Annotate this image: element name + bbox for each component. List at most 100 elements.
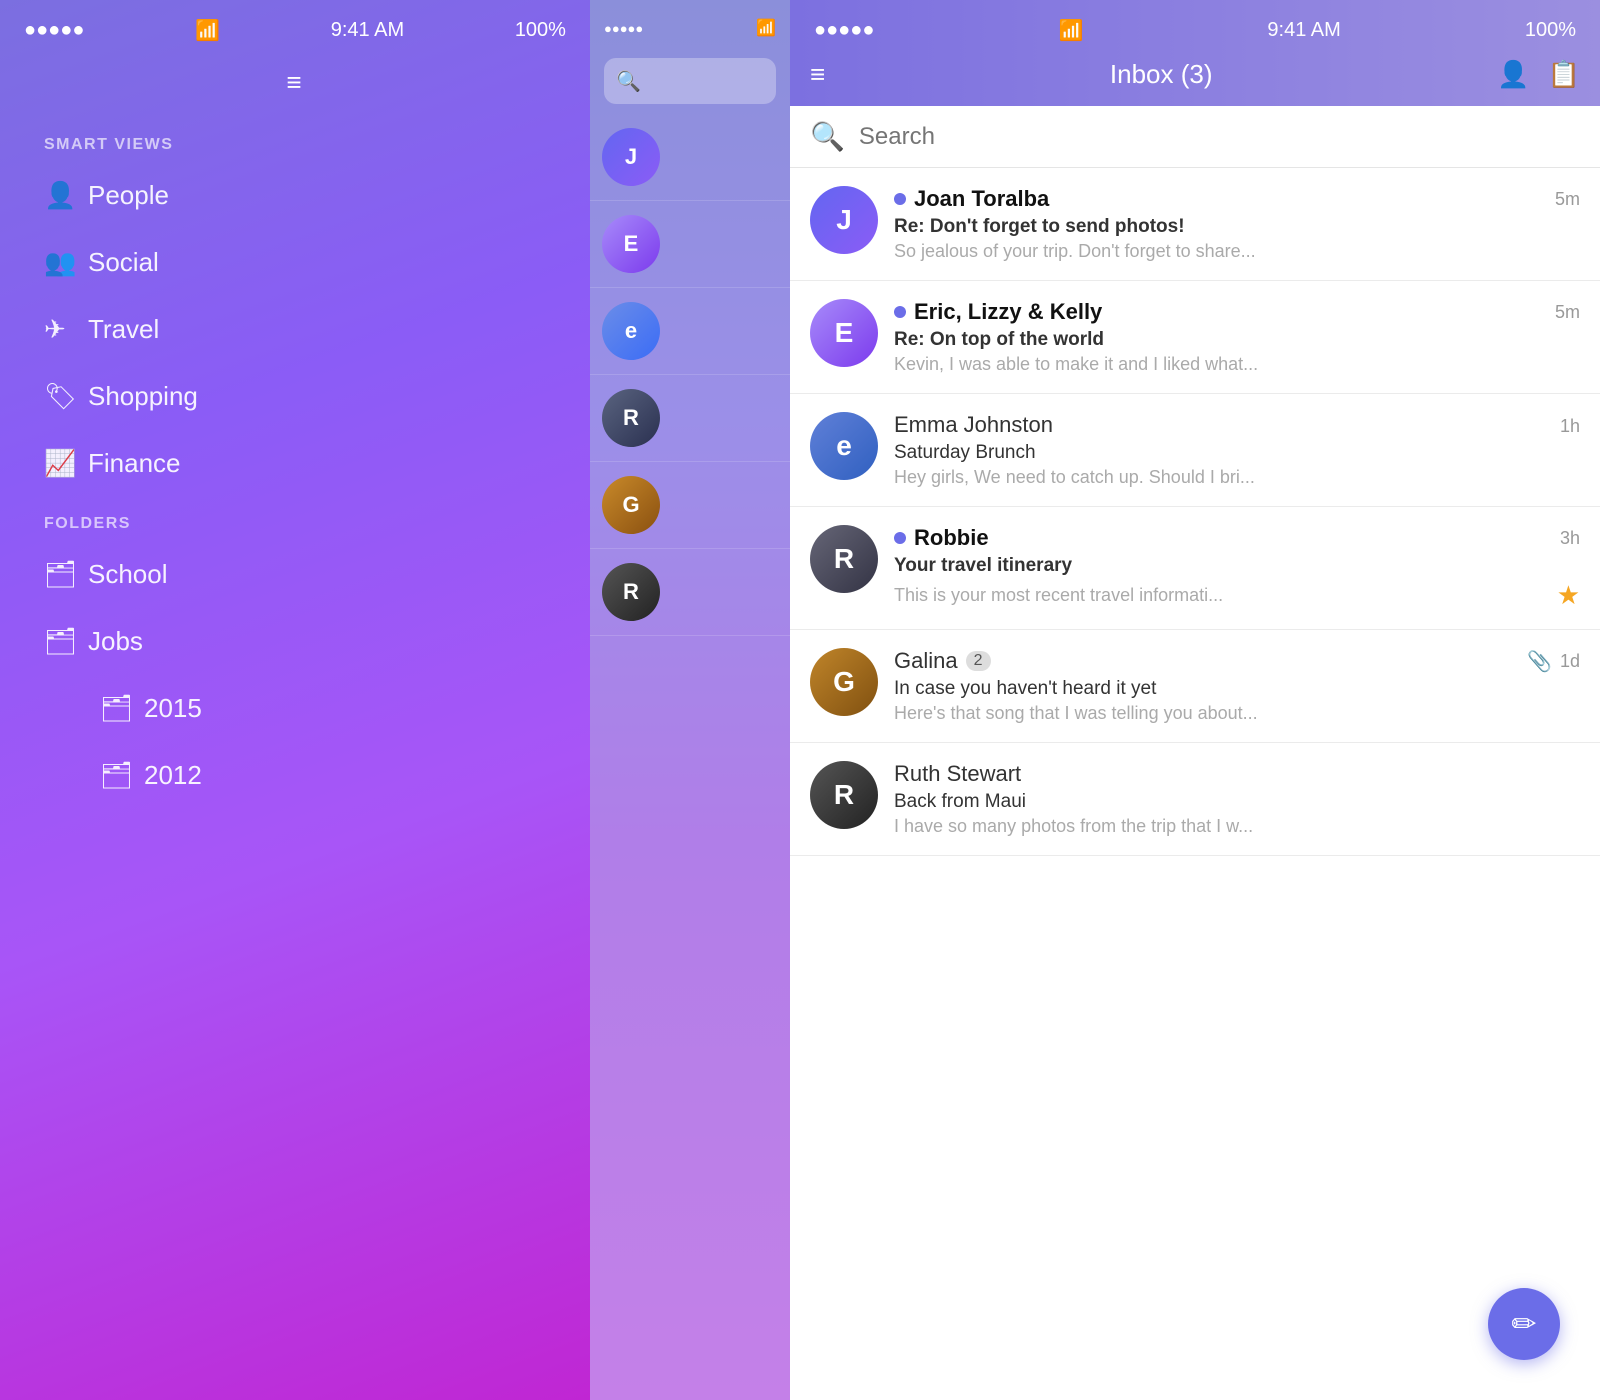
middle-status-bar: ●●●●● 📶 (590, 0, 790, 48)
right-nav-icons: 👤 📋 (1497, 59, 1580, 90)
folder-school-icon: 🗂 (44, 559, 88, 590)
smart-views-label: SMART VIEWS (0, 118, 590, 162)
email-preview-eric: Kevin, I was able to make it and I liked… (894, 354, 1580, 375)
email-item-galina[interactable]: G Galina 2 📎 1d In case you haven't hear… (790, 630, 1600, 743)
email-item-eric[interactable]: E Eric, Lizzy & Kelly 5m Re: On top of t… (790, 281, 1600, 394)
compose-icon: ✏ (1511, 1307, 1536, 1342)
avatar-emma: e (810, 412, 878, 480)
email-item-robbie[interactable]: R Robbie 3h Your travel itinerary This i… (790, 507, 1600, 630)
middle-search-icon: 🔍 (616, 69, 641, 94)
profile-icon[interactable]: 👤 (1497, 59, 1529, 90)
travel-icon: ✈ (44, 314, 88, 345)
unread-dot-joan (894, 193, 906, 205)
right-battery: 100% (1525, 19, 1576, 42)
sidebar-item-label-2012: 2012 (144, 760, 202, 791)
email-content-robbie: Robbie 3h Your travel itinerary This is … (894, 525, 1580, 611)
search-icon: 🔍 (810, 120, 845, 153)
email-subject-eric: Re: On top of the world (894, 329, 1580, 351)
finance-icon: 📈 (44, 448, 88, 479)
search-input[interactable] (859, 123, 1580, 151)
email-preview-joan: So jealous of your trip. Don't forget to… (894, 241, 1580, 262)
sidebar-item-2015[interactable]: 🗂 2015 (0, 675, 590, 742)
sidebar-item-label-shopping: Shopping (88, 381, 198, 412)
right-wifi-icon: 📶 (1058, 18, 1083, 43)
sidebar-item-travel[interactable]: ✈ Travel (0, 296, 590, 363)
email-item-joan[interactable]: J Joan Toralba 5m Re: Don't forget to se… (790, 168, 1600, 281)
folder-2015-icon: 🗂 (100, 693, 144, 724)
search-bar[interactable]: 🔍 (790, 106, 1600, 168)
email-sender-emma: Emma Johnston (894, 412, 1053, 438)
email-content-joan: Joan Toralba 5m Re: Don't forget to send… (894, 186, 1580, 262)
inbox-title: Inbox (3) (1110, 59, 1213, 90)
email-sender-robbie: Robbie (914, 525, 989, 551)
middle-avatar-emma: e (602, 302, 660, 360)
email-content-ruth: Ruth Stewart Back from Maui I have so ma… (894, 761, 1580, 837)
sidebar-item-jobs[interactable]: 🗂 Jobs (0, 608, 590, 675)
email-item-emma[interactable]: e Emma Johnston 1h Saturday Brunch Hey g… (790, 394, 1600, 507)
left-status-bar: ●●●●● 📶 9:41 AM 100% (0, 0, 590, 53)
sidebar-item-label-jobs: Jobs (88, 626, 143, 657)
unread-dot-eric (894, 306, 906, 318)
sidebar-item-label-social: Social (88, 247, 159, 278)
email-item-ruth[interactable]: R Ruth Stewart Back from Maui I have so … (790, 743, 1600, 856)
right-panel: ●●●●● 📶 9:41 AM 100% ≡ Inbox (3) 👤 📋 🔍 J (790, 0, 1600, 1400)
middle-avatar-joan: J (602, 128, 660, 186)
email-preview-galina: Here's that song that I was telling you … (894, 703, 1580, 724)
compose-button[interactable]: ✏ (1488, 1288, 1560, 1360)
email-subject-galina: In case you haven't heard it yet (894, 678, 1580, 700)
sidebar-item-school[interactable]: 🗂 School (0, 541, 590, 608)
avatar-eric: E (810, 299, 878, 367)
middle-search-box[interactable]: 🔍 (604, 58, 776, 104)
avatar-robbie: R (810, 525, 878, 593)
left-hamburger-button[interactable]: ≡ (0, 53, 590, 118)
right-header: ●●●●● 📶 9:41 AM 100% ≡ Inbox (3) 👤 📋 (790, 0, 1600, 106)
badge-galina: 2 (966, 651, 991, 671)
right-signal-dots: ●●●●● (814, 19, 874, 42)
avatar-galina: G (810, 648, 878, 716)
sidebar-item-social[interactable]: 👥 Social (0, 229, 590, 296)
email-time-galina: 1d (1560, 651, 1580, 672)
shopping-icon: 🏷 (44, 381, 88, 412)
folder-2012-icon: 🗂 (100, 760, 144, 791)
right-menu-button[interactable]: ≡ (810, 59, 825, 90)
hamburger-icon: ≡ (286, 67, 303, 97)
sidebar-item-label-school: School (88, 559, 168, 590)
left-time: 9:41 AM (331, 19, 404, 42)
star-icon-robbie: ★ (1557, 580, 1580, 611)
person-icon: 👤 (44, 180, 88, 211)
right-time: 9:41 AM (1267, 19, 1340, 42)
middle-panel: ●●●●● 📶 🔍 J E e R G R (590, 0, 790, 1400)
sidebar-item-label-people: People (88, 180, 169, 211)
social-icon: 👥 (44, 247, 88, 278)
email-content-eric: Eric, Lizzy & Kelly 5m Re: On top of the… (894, 299, 1580, 375)
email-time-emma: 1h (1560, 416, 1580, 437)
right-status-bar: ●●●●● 📶 9:41 AM 100% (790, 0, 1600, 51)
left-wifi-icon: 📶 (195, 18, 220, 43)
sidebar-item-finance[interactable]: 📈 Finance (0, 430, 590, 497)
list-view-icon[interactable]: 📋 (1548, 59, 1580, 90)
email-sender-joan: Joan Toralba (914, 186, 1049, 212)
email-subject-robbie: Your travel itinerary (894, 555, 1580, 577)
folder-jobs-icon: 🗂 (44, 626, 88, 657)
attachment-icon-galina: 📎 (1527, 649, 1552, 674)
sidebar-item-2012[interactable]: 🗂 2012 (0, 742, 590, 809)
email-sender-eric: Eric, Lizzy & Kelly (914, 299, 1102, 325)
sidebar-item-label-finance: Finance (88, 448, 181, 479)
email-preview-ruth: I have so many photos from the trip that… (894, 816, 1580, 837)
sidebar-item-shopping[interactable]: 🏷 Shopping (0, 363, 590, 430)
sidebar-item-label-2015: 2015 (144, 693, 202, 724)
middle-avatar-galina: G (602, 476, 660, 534)
email-time-eric: 5m (1555, 302, 1580, 323)
email-preview-emma: Hey girls, We need to catch up. Should I… (894, 467, 1580, 488)
left-signal-dots: ●●●●● (24, 19, 84, 42)
sidebar-item-label-travel: Travel (88, 314, 159, 345)
email-content-galina: Galina 2 📎 1d In case you haven't heard … (894, 648, 1580, 724)
email-content-emma: Emma Johnston 1h Saturday Brunch Hey gir… (894, 412, 1580, 488)
email-time-joan: 5m (1555, 189, 1580, 210)
unread-dot-robbie (894, 532, 906, 544)
sidebar-item-people[interactable]: 👤 People (0, 162, 590, 229)
email-subject-emma: Saturday Brunch (894, 442, 1580, 464)
email-preview-robbie: This is your most recent travel informat… (894, 585, 1557, 606)
email-sender-ruth: Ruth Stewart (894, 761, 1021, 787)
middle-avatar-eric: E (602, 215, 660, 273)
